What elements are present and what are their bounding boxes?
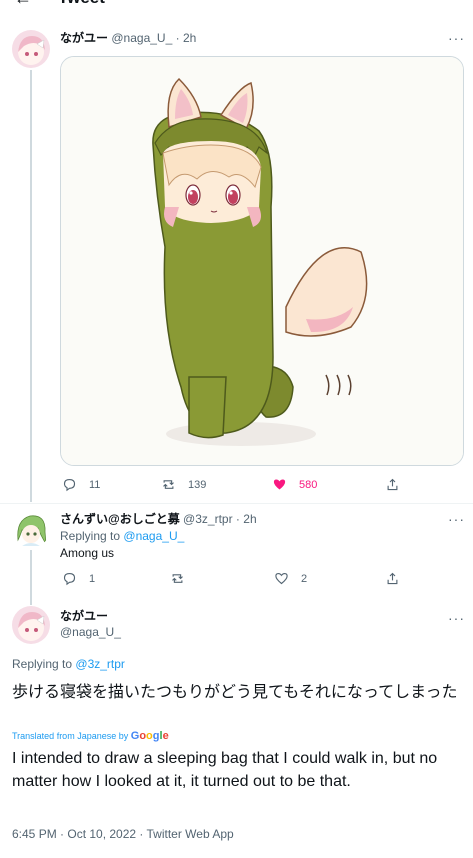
- separator: ·: [235, 512, 240, 526]
- retweet-icon: [172, 574, 183, 583]
- retweet-button[interactable]: [170, 571, 197, 586]
- illustration-image: [61, 57, 463, 465]
- avatar-image: [12, 30, 50, 68]
- replying-to: Replying to @naga_U_: [60, 528, 184, 544]
- share-icon: [387, 478, 398, 491]
- tweet-header: ながユー: [60, 608, 108, 624]
- header: ← Tweet: [0, 0, 473, 12]
- share-button[interactable]: [385, 477, 412, 492]
- divider: [0, 503, 473, 504]
- retweet-count: 139: [188, 478, 207, 491]
- handle[interactable]: @naga_U_: [111, 31, 172, 45]
- tweet-header-handle-row: @naga_U_: [60, 624, 121, 640]
- display-name[interactable]: ながユー: [60, 31, 108, 45]
- replying-to-handle[interactable]: @naga_U_: [123, 529, 184, 543]
- tweet-text-original: 歩ける寝袋を描いたつもりがどう見てもそれになってしまった: [12, 684, 458, 701]
- handle[interactable]: @naga_U_: [60, 625, 121, 639]
- tweet-time[interactable]: 2h: [243, 512, 256, 526]
- like-button[interactable]: 580: [272, 477, 317, 492]
- google-logo: Google: [130, 730, 169, 742]
- arrow-left-icon[interactable]: ←: [14, 0, 32, 8]
- avatar-image: [12, 510, 50, 548]
- thread-line: [30, 550, 32, 605]
- like-button[interactable]: 2: [274, 571, 307, 586]
- retweet-button[interactable]: 139: [161, 477, 206, 492]
- avatar[interactable]: [12, 30, 50, 68]
- page-title: Tweet: [58, 0, 105, 8]
- separator: ·: [175, 31, 180, 45]
- retweet-icon: [163, 480, 174, 489]
- heart-icon: [275, 572, 288, 585]
- translation-attribution[interactable]: Translated from Japanese by Google: [12, 729, 169, 743]
- heart-filled-icon: [273, 479, 286, 490]
- avatar[interactable]: [12, 510, 50, 548]
- more-options-icon[interactable]: ···: [448, 512, 465, 526]
- more-options-icon[interactable]: ···: [448, 611, 465, 625]
- tweet-header: ながユー @naga_U_ · 2h: [60, 30, 196, 46]
- reply-icon: [63, 572, 76, 586]
- share-icon: [387, 572, 398, 585]
- tweet-text: Among us: [60, 546, 115, 560]
- reply-count: 11: [89, 478, 101, 491]
- like-count: 580: [299, 478, 318, 491]
- reply-button[interactable]: 1: [62, 571, 95, 586]
- reply-icon: [63, 478, 76, 492]
- tweet-media[interactable]: [60, 56, 464, 466]
- tweet-time[interactable]: 2h: [183, 31, 196, 45]
- handle[interactable]: @3z_rtpr: [183, 512, 233, 526]
- tweet-header: さんずい@おしごと募 @3z_rtpr · 2h: [60, 511, 257, 527]
- reply-count: 1: [89, 572, 96, 585]
- like-count: 2: [301, 572, 308, 585]
- reply-button[interactable]: 11: [62, 477, 100, 492]
- more-options-icon[interactable]: ···: [448, 31, 465, 45]
- avatar[interactable]: [12, 606, 50, 644]
- replying-to: Replying to @3z_rtpr: [12, 656, 125, 672]
- share-button[interactable]: [385, 571, 412, 586]
- tweet-timestamp[interactable]: 6:45 PM · Oct 10, 2022 · Twitter Web App: [12, 826, 234, 842]
- replying-to-label: Replying to: [60, 529, 121, 543]
- tweet-text-translated: I intended to draw a sleeping bag that I…: [12, 750, 438, 790]
- display-name[interactable]: ながユー: [60, 609, 108, 623]
- translated-from-label: Translated from Japanese by: [12, 731, 129, 741]
- replying-to-handle[interactable]: @3z_rtpr: [75, 657, 125, 671]
- avatar-image: [12, 606, 50, 644]
- replying-to-label: Replying to: [12, 657, 73, 671]
- thread-line: [30, 70, 32, 502]
- display-name[interactable]: さんずい@おしごと募: [60, 512, 180, 526]
